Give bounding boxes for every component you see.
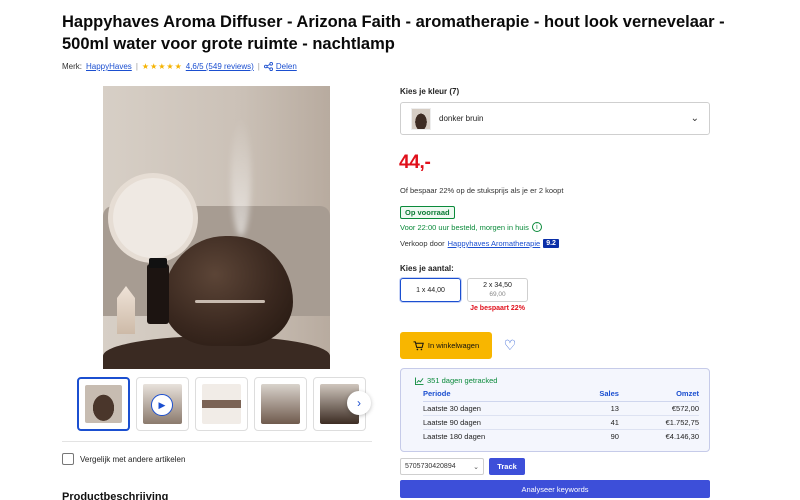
quantity-option-2-old-price: 69,00 bbox=[489, 291, 506, 298]
row-period: Laatste 180 dagen bbox=[423, 428, 572, 443]
quantity-saving: Je bespaart 22% bbox=[470, 305, 525, 312]
row-sales: 13 bbox=[571, 400, 619, 415]
add-to-cart-button[interactable]: In winkelwagen bbox=[400, 332, 492, 359]
star-icon: ★ bbox=[150, 62, 158, 71]
thumbnail-info-card[interactable] bbox=[195, 377, 248, 431]
delivery-info: Voor 22:00 uur besteld, morgen in huis i bbox=[400, 222, 542, 232]
divider: | bbox=[135, 62, 138, 71]
sales-tracker-panel: 351 dagen getracked Periode Sales Omzet … bbox=[400, 368, 710, 452]
share-link[interactable]: Delen bbox=[263, 62, 297, 71]
compare-option[interactable]: Vergelijk met andere artikelen bbox=[62, 453, 185, 465]
brand-link[interactable]: HappyHaves bbox=[86, 62, 132, 71]
analyse-keywords-button[interactable]: Analyseer keywords bbox=[400, 480, 710, 498]
thumbnail-strip: ▶ bbox=[77, 377, 366, 431]
chart-line-icon bbox=[415, 376, 424, 385]
row-period: Laatste 90 dagen bbox=[423, 414, 572, 429]
table-header-row: Periode Sales Omzet bbox=[423, 389, 699, 402]
selected-color: donker bruin bbox=[439, 114, 484, 123]
thumbnail-diffuser-main[interactable] bbox=[77, 377, 130, 431]
play-icon: ▶ bbox=[151, 394, 173, 416]
stock-badge: Op voorraad bbox=[400, 206, 455, 219]
seller-link[interactable]: Happyhaves Aromatherapie bbox=[448, 239, 541, 248]
row-sales: 41 bbox=[571, 414, 619, 429]
table-row: Laatste 180 dagen 90 €4.146,30 bbox=[423, 428, 699, 443]
chevron-right-icon[interactable]: › bbox=[347, 391, 371, 415]
product-meta: Merk: HappyHaves | ★ ★ ★ ★ ★ 4,6/5 (549 … bbox=[62, 62, 297, 71]
table-row: Laatste 90 dagen 41 €1.752,75 bbox=[423, 414, 699, 429]
header-omzet: Omzet bbox=[618, 389, 699, 402]
star-icon: ★ bbox=[166, 62, 174, 71]
tracked-info: 351 dagen getracked bbox=[415, 376, 497, 385]
row-revenue: €4.146,30 bbox=[618, 428, 699, 443]
info-icon[interactable]: i bbox=[531, 222, 542, 232]
color-select[interactable]: donker bruin ⌄ bbox=[400, 102, 710, 135]
header-sales: Sales bbox=[571, 389, 619, 402]
quantity-option-2-label: 2 x 34,50 bbox=[483, 282, 512, 289]
description-heading: Productbeschrijving bbox=[62, 491, 169, 500]
seller-info: Verkoop door Happyhaves Aromatherapie 9.… bbox=[400, 239, 559, 248]
thumbnail-video[interactable]: ▶ bbox=[136, 377, 189, 431]
heart-icon[interactable]: ♡ bbox=[502, 336, 518, 354]
chevron-down-icon: ⌄ bbox=[690, 113, 699, 124]
rating-stars[interactable]: ★ ★ ★ ★ ★ bbox=[142, 62, 182, 71]
rating-link[interactable]: 4,6/5 (549 reviews) bbox=[186, 62, 254, 71]
quantity-option-2[interactable]: 2 x 34,50 69,00 bbox=[467, 278, 528, 302]
seller-prefix: Verkoop door bbox=[400, 239, 445, 248]
row-revenue: €1.752,75 bbox=[618, 414, 699, 429]
compare-checkbox[interactable] bbox=[62, 453, 74, 465]
share-label: Delen bbox=[275, 62, 297, 71]
product-main-image[interactable] bbox=[103, 86, 330, 369]
row-period: Laatste 30 dagen bbox=[423, 400, 572, 415]
ean-value: 5705730420894 bbox=[405, 463, 456, 470]
track-button[interactable]: Track bbox=[489, 458, 525, 475]
brand-label: Merk: bbox=[62, 62, 82, 71]
share-icon bbox=[263, 62, 273, 71]
color-label: Kies je kleur (7) bbox=[400, 87, 460, 96]
multi-buy-offer: Of bespaar 22% op de stuksprijs als je e… bbox=[400, 186, 564, 195]
star-icon: ★ bbox=[158, 62, 166, 71]
seller-score-badge: 9.2 bbox=[543, 239, 559, 248]
cart-icon bbox=[413, 340, 424, 350]
quantity-option-1-label: 1 x 44,00 bbox=[416, 286, 445, 294]
chevron-down-icon: ⌄ bbox=[473, 463, 479, 471]
divider bbox=[62, 441, 372, 442]
table-row: Laatste 30 dagen 13 €572,00 bbox=[423, 400, 699, 415]
compare-label: Vergelijk met andere artikelen bbox=[80, 454, 186, 464]
quantity-label: Kies je aantal: bbox=[400, 264, 454, 273]
add-to-cart-label: In winkelwagen bbox=[427, 341, 480, 350]
sales-table: Periode Sales Omzet Laatste 30 dagen 13 … bbox=[423, 389, 699, 443]
quantity-option-1[interactable]: 1 x 44,00 bbox=[400, 278, 461, 302]
product-title: Happyhaves Aroma Diffuser - Arizona Fait… bbox=[62, 13, 725, 53]
color-swatch bbox=[411, 107, 431, 130]
tracked-days: 351 dagen getracked bbox=[427, 376, 498, 385]
divider: | bbox=[257, 62, 260, 71]
header-periode: Periode bbox=[423, 389, 572, 402]
thumbnail-lifestyle[interactable] bbox=[254, 377, 307, 431]
row-sales: 90 bbox=[571, 428, 619, 443]
delivery-text: Voor 22:00 uur besteld, morgen in huis bbox=[400, 222, 529, 232]
row-revenue: €572,00 bbox=[618, 400, 699, 415]
star-icon: ★ bbox=[141, 62, 150, 71]
ean-select[interactable]: 5705730420894 ⌄ bbox=[400, 458, 484, 475]
star-half-icon: ★ bbox=[174, 62, 182, 71]
price: 44,- bbox=[399, 152, 431, 173]
